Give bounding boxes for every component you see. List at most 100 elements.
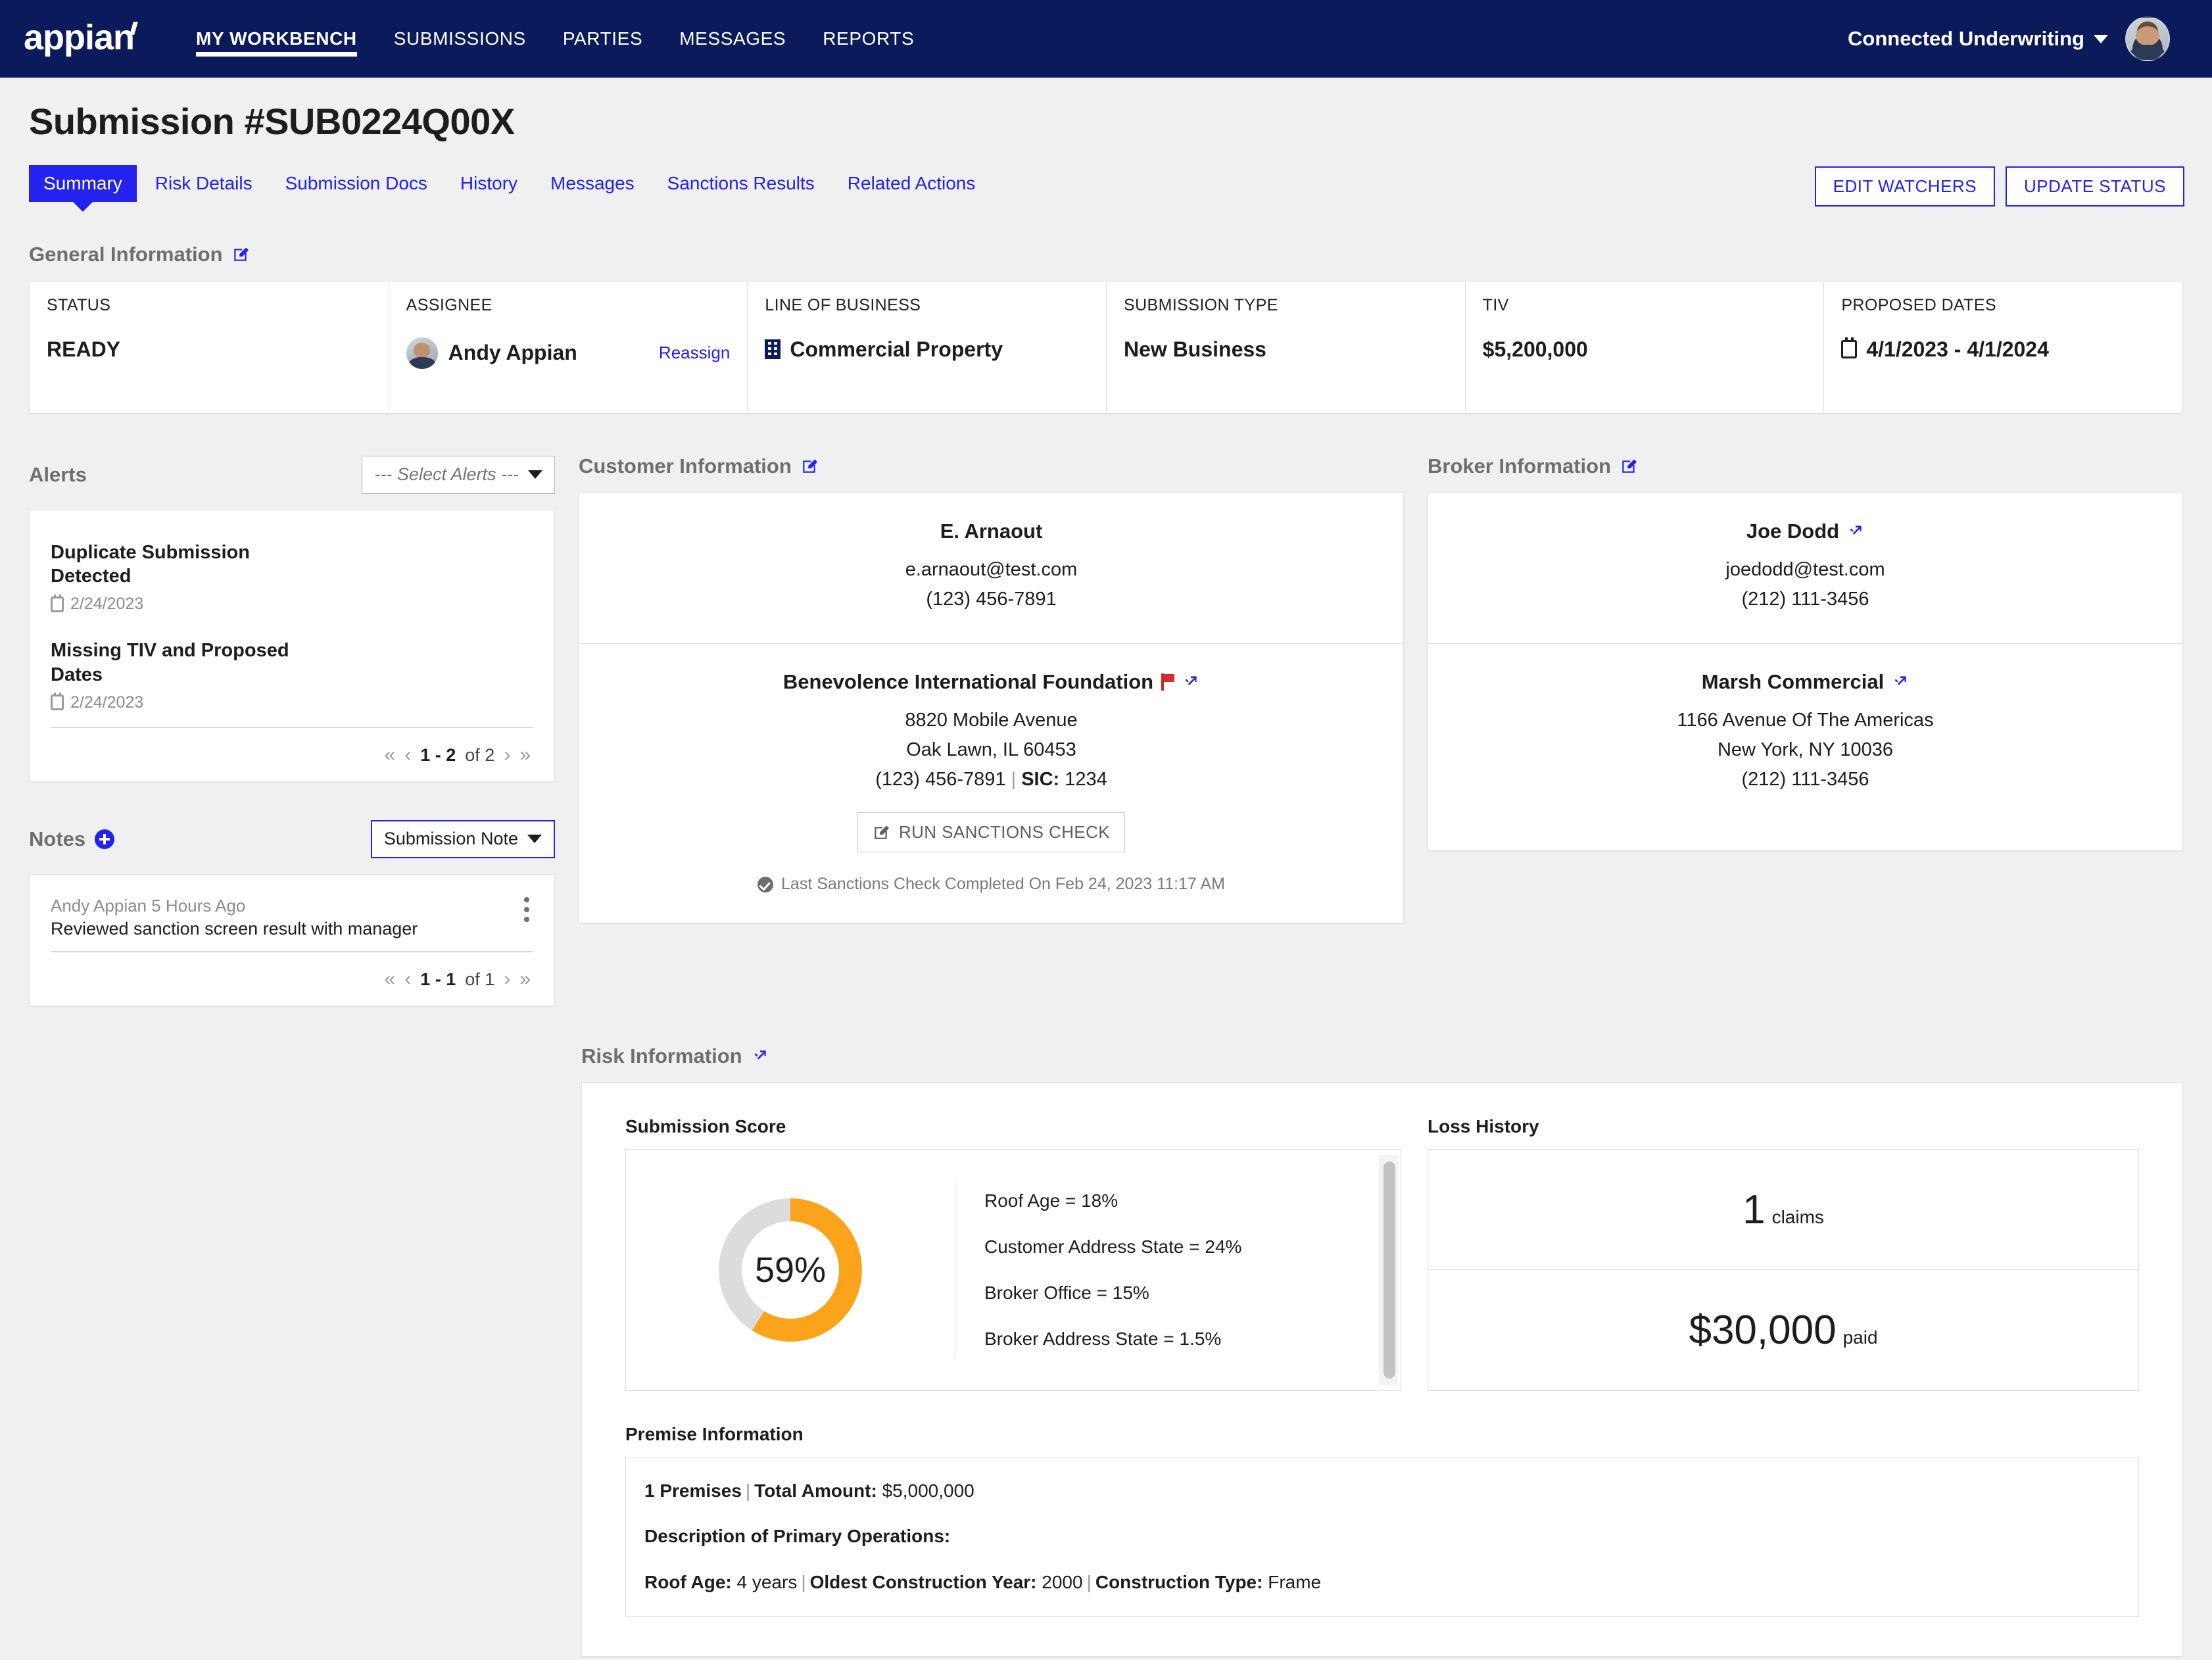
broker-information-card: Joe Dodd joedodd@test.com (212) 111-3456… [1428,492,2183,852]
field-status-label: STATUS [47,295,111,314]
org-switcher[interactable]: Connected Underwriting [1848,27,2108,51]
customer-address-line2: Oak Lawn, IL 60453 [906,739,1076,760]
run-sanctions-check-button[interactable]: RUN SANCTIONS CHECK [857,812,1126,853]
pagination-prev-icon[interactable]: ‹ [404,745,411,765]
premise-oldest-year-label: Oldest Construction Year [809,1571,1031,1592]
pagination-last-icon[interactable]: » [519,745,531,765]
general-information-label: General Information [29,242,223,266]
page-title: Submission #SUB0224Q00X [29,101,515,142]
field-status-value: READY [47,337,121,361]
edit-pencil-icon [873,824,890,841]
risk-information-section: Risk Information Submission Score 59% Ro… [581,1044,2183,1657]
edit-pencil-icon[interactable] [232,246,249,263]
update-status-button[interactable]: UPDATE STATUS [2006,166,2184,207]
edit-watchers-button[interactable]: EDIT WATCHERS [1814,166,1996,207]
calendar-icon [1841,337,1858,359]
loss-paid-row: $30,000 paid [1428,1269,2138,1390]
open-external-icon[interactable] [1847,523,1864,540]
header-action-buttons: EDIT WATCHERS UPDATE STATUS [1814,166,2184,207]
pagination-next-icon[interactable]: › [504,969,510,989]
pagination-first-icon[interactable]: « [385,969,396,989]
pagination-next-icon[interactable]: › [504,745,510,765]
notes-label: Notes [29,827,86,850]
separator: | [801,1571,806,1592]
edit-pencil-icon[interactable] [801,458,818,475]
run-sanctions-check-label: RUN SANCTIONS CHECK [898,822,1111,842]
top-navigation-bar: appian MY WORKBENCH SUBMISSIONS PARTIES … [0,0,2212,78]
list-item[interactable]: Missing TIV and Proposed Dates 2/24/2023 [51,628,533,727]
tab-risk-details[interactable]: Risk Details [141,165,267,202]
reassign-link[interactable]: Reassign [659,343,730,363]
note-type-value: Submission Note [383,829,518,849]
risk-information-title: Risk Information [581,1044,2183,1068]
premise-count: 1 Premises [644,1480,742,1501]
alert-date: 2/24/2023 [70,595,144,614]
alert-date-row: 2/24/2023 [51,594,533,614]
appian-logo[interactable]: appian [24,20,135,55]
loss-paid-value-wrap: $30,000 paid [1689,1307,1877,1354]
nav-messages[interactable]: MESSAGES [661,0,804,78]
nav-submissions[interactable]: SUBMISSIONS [375,0,544,78]
premise-information-label: Premise Information [625,1423,804,1444]
tab-history[interactable]: History [446,165,532,202]
premise-description-label: Description of Primary Operations [644,1526,944,1547]
field-tiv-value: $5,200,000 [1482,337,1588,361]
alerts-header: Alerts --- Select Alerts --- [29,454,555,495]
pagination-last-icon[interactable]: » [519,969,531,989]
page-header: Submission #SUB0224Q00X EDIT WATCHERS UP… [0,78,2212,207]
note-meta: Andy Appian 5 Hours Ago [51,896,533,916]
open-external-icon[interactable] [1182,673,1199,691]
tab-messages[interactable]: Messages [536,165,649,202]
scrollbar-thumb[interactable] [1383,1161,1395,1379]
customer-contact-email: e.arnaout@test.com [905,558,1078,580]
pagination-prev-icon[interactable]: ‹ [404,969,411,989]
sanctions-status-text: Last Sanctions Check Completed On Feb 24… [781,875,1225,894]
calendar-icon [51,693,64,711]
pagination-first-icon[interactable]: « [385,745,396,765]
pagination-range: 1 - 2 [420,745,456,765]
customer-company-name: Benevolence International Foundation [782,670,1154,693]
edit-pencil-icon[interactable] [1620,458,1637,475]
broker-information-title: Broker Information [1428,454,2183,478]
chevron-down-icon [527,835,542,844]
chevron-down-icon [528,470,542,479]
broker-contact-phone: (212) 111-3456 [1741,588,1869,610]
tab-related-actions[interactable]: Related Actions [833,165,990,202]
broker-address-line2: New York, NY 10036 [1717,739,1894,760]
general-information-grid: STATUS READY ASSIGNEE Andy Appian Reassi… [30,281,2182,413]
nav-right-cluster: Connected Underwriting [1848,16,2186,61]
field-tiv-label: TIV [1482,295,1509,314]
pagination-total: of 1 [465,969,495,989]
alerts-title: Alerts [29,463,87,487]
scrollbar[interactable] [1380,1154,1398,1385]
nav-parties[interactable]: PARTIES [544,0,661,78]
factor-customer-address-state: Customer Address State = 24% [984,1236,1242,1257]
broker-company-block: Marsh Commercial 1166 Avenue Of The Amer… [1428,643,2182,851]
select-alerts-dropdown[interactable]: --- Select Alerts --- [362,455,555,494]
tab-summary[interactable]: Summary [29,164,137,202]
tab-sanctions-results[interactable]: Sanctions Results [653,165,829,202]
field-assignee: ASSIGNEE Andy Appian Reassign [388,281,748,413]
field-submission-type-value: New Business [1124,337,1266,361]
premise-information-box: 1 Premises | Total Amount: $5,000,000 Desc… [625,1456,2139,1617]
note-type-dropdown[interactable]: Submission Note [370,819,555,858]
field-line-of-business-value-row: Commercial Property [765,337,1089,362]
list-item[interactable]: Duplicate Submission Detected 2/24/2023 [51,530,533,629]
loss-history-block: Loss History 1 claims $30,000 paid [1428,1116,2139,1391]
expand-arrow-icon[interactable] [752,1048,769,1065]
customer-information-label: Customer Information [579,454,792,477]
premise-line-construction: Roof Age: 4 years | Oldest Construction Ye… [644,1571,1322,1592]
list-item[interactable]: Andy Appian 5 Hours Ago Reviewed sanctio… [51,892,533,951]
assignee-name: Andy Appian [448,341,577,365]
app-page: appian MY WORKBENCH SUBMISSIONS PARTIES … [0,0,2212,1660]
plus-circle-icon[interactable] [95,829,115,849]
factor-broker-address-state: Broker Address State = 1.5% [984,1328,1222,1349]
nav-my-workbench[interactable]: MY WORKBENCH [178,0,375,78]
tab-submission-docs[interactable]: Submission Docs [271,165,442,202]
avatar[interactable] [2125,16,2170,61]
check-circle-icon [757,876,774,892]
factor-roof-age: Roof Age = 18% [984,1190,1118,1211]
nav-reports[interactable]: REPORTS [804,0,932,78]
kebab-menu-icon[interactable] [524,896,529,902]
open-external-icon[interactable] [1892,673,1909,691]
